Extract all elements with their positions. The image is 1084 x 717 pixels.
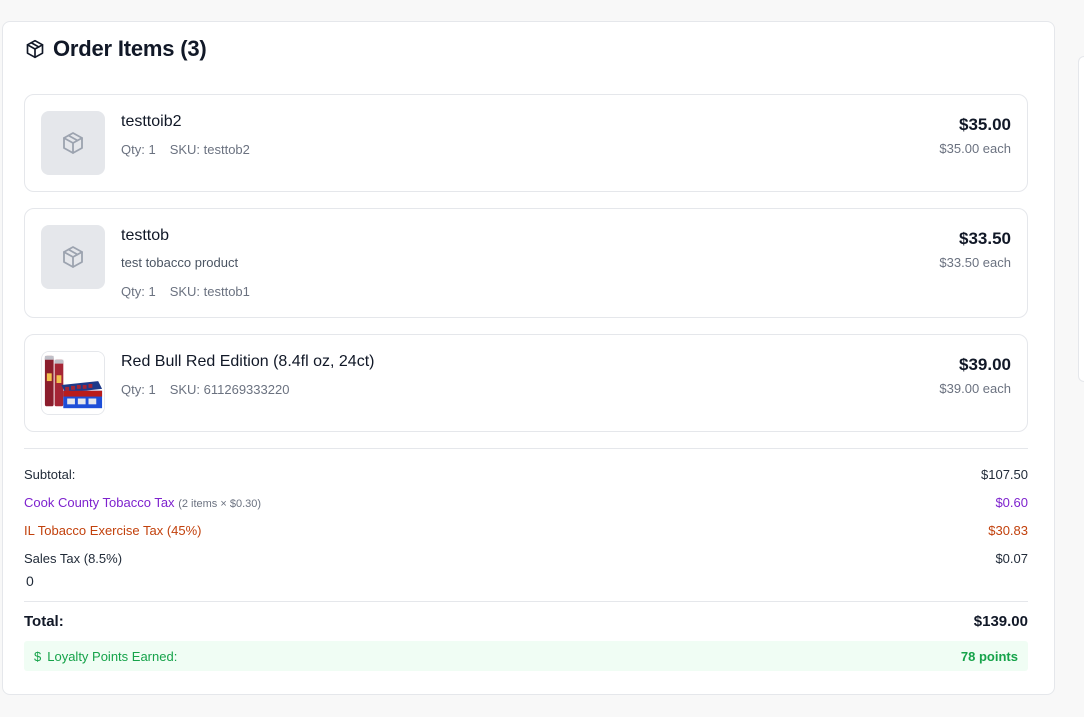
cook-county-tax-label-group: Cook County Tobacco Tax (2 items × $0.30… [24,495,261,510]
total-row: Total: $139.00 [24,613,1028,630]
total-divider [24,601,1028,602]
loyalty-points-value: 78 points [960,648,1018,664]
red-bull-product-image [42,352,104,414]
item-sku: SKU: 611269333220 [169,382,290,397]
sales-tax-label: Sales Tax (8.5%) [24,551,123,566]
item-qty: Qty: 1 [121,382,156,397]
package-placeholder-icon [63,132,83,154]
cook-county-tax-value: $0.60 [995,495,1028,510]
order-items-header: Order Items (3) [25,36,207,62]
stray-zero-text: 0 [26,573,34,589]
order-item: testtob test tobacco product Qty: 1 SKU: … [24,208,1028,318]
product-thumbnail [41,351,105,415]
item-name: Red Bull Red Edition (8.4fl oz, 24ct) [121,353,375,370]
subtotal-value: $107.50 [981,467,1028,482]
page-title: Order Items (3) [53,36,207,61]
item-sku: SKU: testtob2 [169,142,250,157]
item-sku: SKU: testtob1 [169,284,250,299]
item-qty: Qty: 1 [121,284,156,299]
item-price: $35.00 [959,115,1011,134]
sales-tax-row: Sales Tax (8.5%) $0.07 [24,551,1028,566]
item-name: testtob [121,227,170,244]
side-panel-edge [1078,56,1084,382]
item-meta: Qty: 1 SKU: 611269333220 [121,382,289,397]
sales-tax-value: $0.07 [995,551,1028,566]
order-item: Red Bull Red Edition (8.4fl oz, 24ct) Qt… [24,334,1028,432]
order-item: testtoib2 Qty: 1 SKU: testtob2 $35.00 $35… [24,94,1028,192]
subtotal-label: Subtotal: [24,467,76,482]
item-qty: Qty: 1 [121,142,156,157]
item-unit-price: $39.00 each [939,381,1011,396]
total-label: Total: [24,613,64,630]
cook-county-tax-row: Cook County Tobacco Tax (2 items × $0.30… [24,495,1028,510]
loyalty-points-banner: $ Loyalty Points Earned: 78 points [24,641,1028,671]
product-thumbnail [41,225,105,289]
item-unit-price: $35.00 each [939,141,1011,156]
dollar-icon: $ [34,648,42,664]
il-tobacco-tax-label: IL Tobacco Exercise Tax (45%) [24,523,202,538]
item-description: test tobacco product [121,255,239,270]
summary-divider [24,448,1028,449]
total-value: $139.00 [973,613,1028,630]
item-meta: Qty: 1 SKU: testtob2 [121,142,250,157]
product-thumbnail [41,111,105,175]
item-unit-price: $33.50 each [939,255,1011,270]
cook-county-tax-label: Cook County Tobacco Tax [24,495,175,510]
item-price: $33.50 [959,229,1011,248]
package-icon [26,39,44,59]
il-tobacco-tax-value: $30.83 [988,523,1028,538]
item-meta: Qty: 1 SKU: testtob1 [121,284,250,299]
il-tobacco-tax-row: IL Tobacco Exercise Tax (45%) $30.83 [24,523,1028,538]
item-price: $39.00 [959,355,1011,374]
cook-county-tax-detail: (2 items × $0.30) [178,498,262,510]
item-name: testtoib2 [121,113,182,130]
subtotal-row: Subtotal: $107.50 [24,467,1028,482]
package-placeholder-icon [63,246,83,268]
loyalty-label: Loyalty Points Earned: [47,648,178,664]
loyalty-label-group: $ Loyalty Points Earned: [34,649,177,664]
